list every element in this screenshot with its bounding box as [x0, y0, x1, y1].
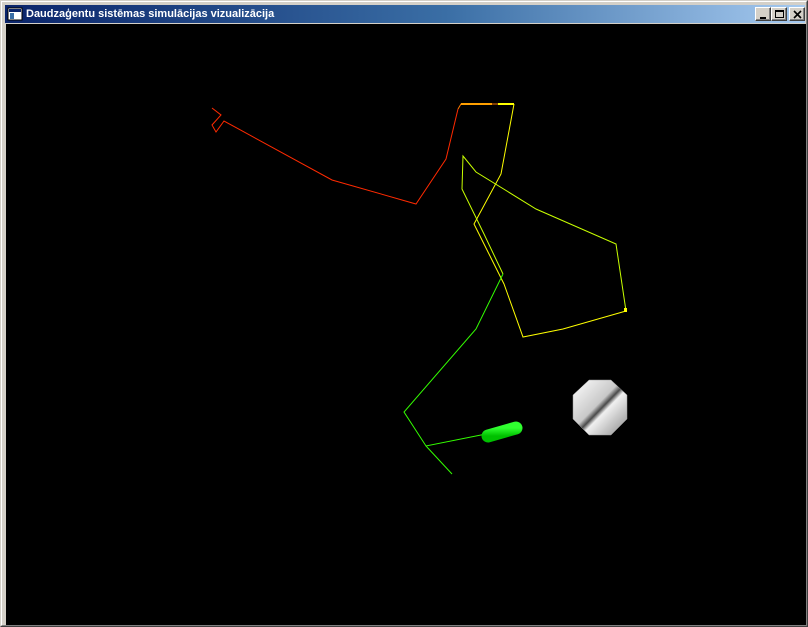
application-window: Daudzaģentu sistēmas simulācijas vizuali… — [0, 0, 808, 627]
close-button[interactable] — [789, 7, 805, 21]
minimize-button[interactable] — [755, 7, 771, 21]
maximize-icon — [775, 10, 784, 18]
close-icon — [793, 10, 802, 19]
trail-segment-yellow-green — [461, 154, 627, 312]
agent[interactable] — [481, 421, 523, 443]
agent-trail — [211, 103, 627, 475]
obstacle-sphere[interactable] — [572, 379, 628, 436]
trail-segment-red — [211, 107, 459, 205]
trail-segment-green-tail — [425, 445, 453, 475]
title-bar[interactable]: Daudzaģentu sistēmas simulācijas vizuali… — [5, 5, 805, 23]
trail-marker — [624, 308, 627, 312]
minimize-icon — [760, 17, 766, 19]
window-title: Daudzaģentu sistēmas simulācijas vizuali… — [26, 8, 275, 20]
simulation-scene — [211, 103, 628, 475]
trail-segment-yellow — [473, 103, 627, 338]
maximize-button[interactable] — [771, 7, 787, 21]
simulation-canvas[interactable] — [6, 24, 806, 625]
app-window-icon[interactable] — [7, 6, 23, 22]
trail-segment-green — [403, 273, 504, 447]
window-frame: Daudzaģentu sistēmas simulācijas vizuali… — [1, 1, 807, 626]
